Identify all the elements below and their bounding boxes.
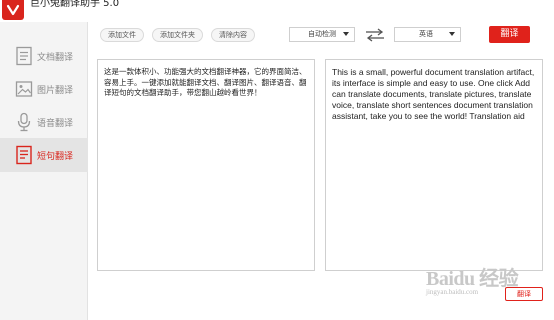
sidebar: 文档翻译 图片翻译 语音翻译 短句翻译	[0, 22, 88, 320]
translate-button[interactable]: 翻译	[489, 26, 530, 43]
swap-languages-icon[interactable]	[365, 27, 385, 42]
sidebar-item-sentence-translation[interactable]: 短句翻译	[0, 138, 88, 172]
title-bar: 巨小兔翻译助手 5.0	[0, 0, 554, 22]
target-language-select[interactable]: 英语	[394, 27, 461, 42]
sidebar-item-label: 语音翻译	[37, 119, 74, 129]
add-folder-button[interactable]: 添加文件夹	[152, 28, 203, 42]
app-logo-icon	[2, 0, 24, 20]
add-file-button[interactable]: 添加文件	[100, 28, 144, 42]
sidebar-item-voice-translation[interactable]: 语音翻译	[0, 105, 88, 139]
document-icon	[15, 46, 33, 66]
source-language-value: 自动检测	[308, 30, 336, 38]
sidebar-item-image-translation[interactable]: 图片翻译	[0, 72, 88, 106]
sidebar-item-label: 短句翻译	[37, 152, 74, 162]
sidebar-item-label: 图片翻译	[37, 86, 74, 96]
note-icon	[15, 145, 33, 165]
microphone-icon	[15, 112, 33, 132]
clear-content-button[interactable]: 清除内容	[211, 28, 255, 42]
translate-small-button[interactable]: 翻译	[505, 287, 543, 301]
sidebar-item-document-translation[interactable]: 文档翻译	[0, 39, 88, 73]
image-icon	[15, 79, 33, 99]
source-language-select[interactable]: 自动检测	[289, 27, 355, 42]
target-language-value: 英语	[419, 30, 433, 38]
app-title: 巨小兔翻译助手 5.0	[30, 0, 120, 9]
source-text-area[interactable]: 这是一款体积小、功能强大的文档翻译神器，它的界面简洁、容易上手。一键添加就能翻译…	[97, 59, 315, 271]
chevron-down-icon	[343, 32, 349, 36]
translation-result-area[interactable]: This is a small, powerful document trans…	[325, 59, 543, 271]
sidebar-item-label: 文档翻译	[37, 53, 74, 63]
chevron-down-icon	[449, 32, 455, 36]
watermark-main: Baidu 经验	[426, 268, 519, 290]
